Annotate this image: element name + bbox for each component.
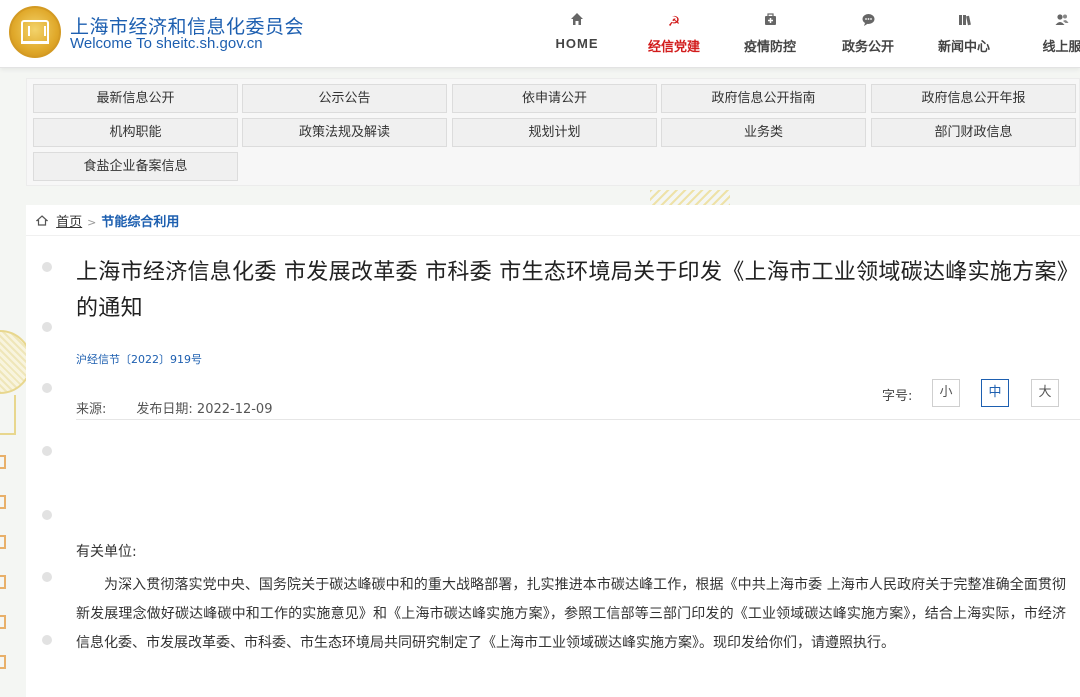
bullet-decoration [42, 446, 52, 456]
menu-business[interactable]: 业务类 [661, 118, 866, 147]
menu-announcements[interactable]: 公示公告 [242, 84, 447, 113]
publish-date: 2022-12-09 [196, 402, 273, 417]
background-decoration [0, 455, 6, 469]
menu-annual-report[interactable]: 政府信息公开年报 [871, 84, 1076, 113]
font-size-small-button[interactable]: 小 [932, 379, 960, 407]
chat-icon [839, 12, 897, 32]
medkit-icon [741, 12, 799, 32]
nav-epidemic[interactable]: 疫情防控 [741, 12, 799, 58]
divider [76, 419, 1080, 420]
nav-epidemic-label: 疫情防控 [743, 40, 796, 55]
background-decoration [0, 535, 6, 549]
bullet-decoration [42, 510, 52, 520]
nav-government-affairs-label: 政务公开 [841, 40, 894, 55]
home-outline-icon [35, 215, 52, 230]
books-icon [935, 12, 993, 32]
menu-latest-info[interactable]: 最新信息公开 [33, 84, 238, 113]
article-body-paragraph: 为深入贯彻落实党中央、国务院关于碳达峰碳中和的重大战略部署，扎实推进本市碳达峰工… [76, 577, 1066, 651]
source-label: 来源: [76, 402, 107, 417]
users-icon [1033, 12, 1080, 32]
font-size-medium-button[interactable]: 中 [981, 379, 1009, 407]
nav-home[interactable]: HOME [554, 12, 600, 58]
nav-online-service[interactable]: 线上服 [1033, 12, 1080, 58]
bullet-decoration [42, 383, 52, 393]
article-meta: 来源: 发布日期: 2022-12-09 [76, 398, 272, 417]
menu-disclosure-guide[interactable]: 政府信息公开指南 [661, 84, 866, 113]
article-card: 首页 > 节能综合利用 上海市经济信息化委 市发展改革委 市科委 市生态环境局关于印… [26, 205, 1080, 697]
bullet-decoration [42, 322, 52, 332]
font-size-label: 字号: [882, 389, 913, 404]
menu-policies[interactable]: 政策法规及解读 [242, 118, 447, 147]
publish-date-label: 发布日期: [136, 402, 193, 417]
background-decoration [0, 575, 6, 589]
party-emblem-icon: ☭ [667, 14, 681, 30]
breadcrumb-home-link[interactable]: 首页 [56, 215, 82, 230]
menu-salt-enterprise[interactable]: 食盐企业备案信息 [33, 152, 238, 181]
divider [26, 235, 1080, 236]
background-decoration [0, 615, 6, 629]
bullet-decoration [42, 572, 52, 582]
menu-planning[interactable]: 规划计划 [452, 118, 657, 147]
background-tower-decoration [0, 395, 16, 435]
nav-party-building[interactable]: ☭ 经信党建 [645, 12, 703, 58]
article-title: 上海市经济信息化委 市发展改革委 市科委 市生态环境局关于印发《上海市工业领域碳… [76, 260, 1069, 321]
nav-home-label: HOME [555, 36, 599, 51]
breadcrumb-separator: > [87, 216, 97, 229]
home-icon [554, 12, 600, 32]
font-size-large-button[interactable]: 大 [1031, 379, 1059, 407]
background-decoration [650, 190, 730, 206]
government-emblem-logo[interactable] [9, 6, 61, 58]
nav-party-building-label: 经信党建 [647, 40, 700, 55]
menu-finance[interactable]: 部门财政信息 [871, 118, 1076, 147]
nav-government-affairs[interactable]: 政务公开 [839, 12, 897, 58]
bullet-decoration [42, 635, 52, 645]
category-menu: 最新信息公开 公示公告 依申请公开 政府信息公开指南 政府信息公开年报 机构职能… [26, 78, 1080, 186]
nav-online-service-label: 线上服 [1042, 40, 1080, 55]
salutation: 有关单位: [76, 544, 137, 560]
nav-news-label: 新闻中心 [937, 40, 990, 55]
nav-news[interactable]: 新闻中心 [935, 12, 993, 58]
menu-organization[interactable]: 机构职能 [33, 118, 238, 147]
document-number: 沪经信节〔2022〕919号 [76, 353, 202, 366]
bullet-decoration [42, 262, 52, 272]
site-header: 上海市经济和信息化委员会 Welcome To sheitc.sh.gov.cn… [0, 0, 1080, 68]
background-decoration [0, 655, 6, 669]
background-decoration [0, 495, 6, 509]
site-subtitle: Welcome To sheitc.sh.gov.cn [70, 35, 263, 52]
breadcrumb: 首页 > 节能综合利用 [35, 211, 179, 230]
menu-application-disclosure[interactable]: 依申请公开 [452, 84, 657, 113]
breadcrumb-current[interactable]: 节能综合利用 [101, 215, 179, 230]
